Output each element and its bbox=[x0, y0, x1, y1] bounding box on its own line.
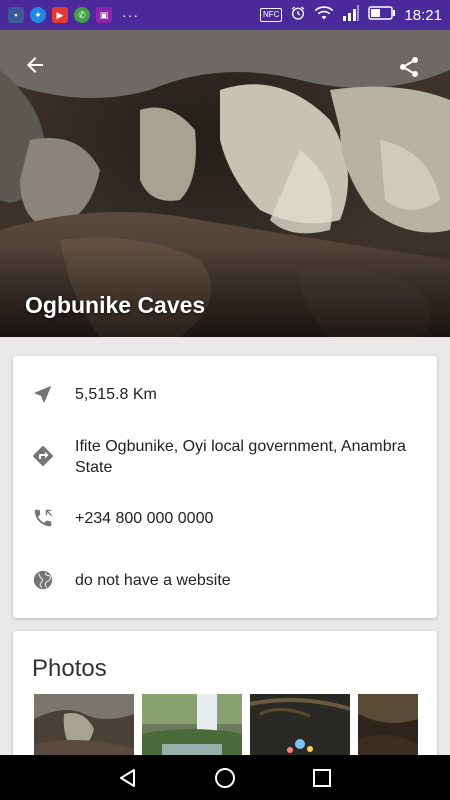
youtube-icon: ▶ bbox=[52, 7, 68, 23]
recents-square-icon bbox=[312, 768, 331, 787]
nav-recents-button[interactable] bbox=[307, 763, 337, 793]
hero-image: Ogbunike Caves bbox=[0, 30, 450, 337]
address-text: Ifite Ogbunike, Oyi local government, An… bbox=[75, 438, 406, 476]
phone-icon bbox=[31, 506, 55, 530]
phone-row[interactable]: +234 800 000 0000 bbox=[13, 506, 437, 536]
distance-text: 5,515.8 Km bbox=[75, 386, 157, 403]
photo-strip[interactable] bbox=[34, 694, 418, 764]
whatsapp-icon: ✆ bbox=[74, 7, 90, 23]
alarm-icon bbox=[290, 5, 306, 25]
address-row[interactable]: Ifite Ogbunike, Oyi local government, An… bbox=[13, 434, 437, 484]
photo-thumbnail[interactable] bbox=[358, 694, 418, 764]
photo-thumbnail[interactable] bbox=[34, 694, 134, 764]
navigation-icon bbox=[31, 382, 55, 406]
place-title: Ogbunike Caves bbox=[25, 292, 206, 318]
system-nav-bar bbox=[0, 755, 450, 800]
photo-thumbnail[interactable] bbox=[142, 694, 242, 764]
share-button[interactable] bbox=[394, 52, 424, 82]
home-circle-icon bbox=[214, 767, 235, 788]
notification-icons: ▪ ✦ ▶ ✆ ▣ ··· bbox=[8, 7, 139, 23]
signal-icon bbox=[342, 5, 360, 25]
globe-icon bbox=[31, 568, 55, 592]
photos-card: Photos bbox=[13, 631, 437, 771]
more-notifications-icon: ··· bbox=[122, 7, 139, 23]
nav-back-button[interactable] bbox=[113, 763, 143, 793]
messenger-app-icon: ▪ bbox=[8, 7, 24, 23]
battery-icon bbox=[368, 6, 396, 24]
back-button[interactable] bbox=[20, 50, 50, 80]
status-bar: ▪ ✦ ▶ ✆ ▣ ··· NFC 18:21 bbox=[0, 0, 450, 30]
nav-home-button[interactable] bbox=[210, 763, 240, 793]
photos-heading: Photos bbox=[32, 655, 107, 682]
phone-text: +234 800 000 0000 bbox=[75, 510, 214, 527]
messenger-icon: ✦ bbox=[30, 7, 46, 23]
directions-icon bbox=[31, 444, 55, 468]
arrow-back-icon bbox=[27, 57, 43, 73]
photo-thumbnail[interactable] bbox=[250, 694, 350, 764]
gallery-icon: ▣ bbox=[96, 7, 112, 23]
back-triangle-icon bbox=[120, 768, 136, 787]
website-row[interactable]: do not have a website bbox=[13, 568, 437, 598]
wifi-icon bbox=[314, 5, 334, 25]
share-icon bbox=[400, 57, 418, 77]
website-text: do not have a website bbox=[75, 572, 231, 589]
nfc-icon: NFC bbox=[260, 8, 283, 22]
place-info-card: 5,515.8 Km Ifite Ogbunike, Oyi local gov… bbox=[13, 356, 437, 618]
distance-row[interactable]: 5,515.8 Km bbox=[13, 382, 437, 412]
clock: 18:21 bbox=[404, 6, 442, 24]
